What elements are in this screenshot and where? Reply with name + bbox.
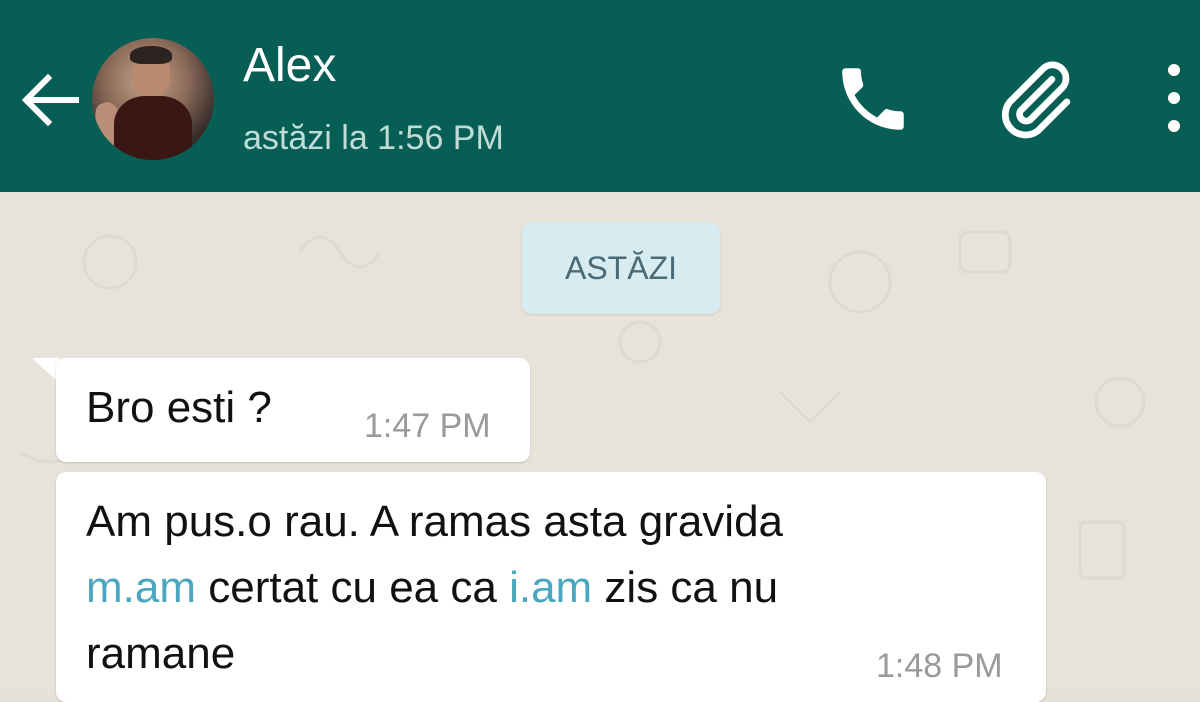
more-options-button[interactable] [1152,56,1196,142]
message-line-3: ramane [86,629,236,678]
phone-icon [842,68,904,130]
message-text-segment: certat cu ea ca [196,563,510,612]
avatar-hair [130,46,172,64]
call-button[interactable] [832,58,914,140]
last-seen-status: astăzi la 1:56 PM [243,119,504,157]
date-divider: ASTĂZI [522,222,720,314]
message-line-1: Am pus.o rau. A ramas asta gravida [86,497,784,546]
message-time: 1:48 PM [876,647,1003,685]
chat-header: Alex astăzi la 1:56 PM [0,0,1200,192]
attach-button[interactable] [990,55,1080,145]
paperclip-icon [1001,61,1071,139]
message-link[interactable]: i.am [509,563,592,612]
message-text-segment: zis ca nu [592,563,779,612]
message-time: 1:47 PM [364,407,491,445]
arrow-left-icon [21,73,79,127]
back-button[interactable] [18,70,82,130]
date-divider-label: ASTĂZI [564,250,677,286]
avatar-torso [114,96,192,160]
incoming-message[interactable]: Am pus.o rau. A ramas asta gravida m.am … [56,472,1046,702]
message-link[interactable]: m.am [86,563,196,612]
more-vert-icon [1168,64,1180,132]
contact-name[interactable]: Alex [243,36,336,96]
avatar[interactable] [92,38,214,160]
message-line-2: m.am certat cu ea ca i.am zis ca nu [86,556,778,620]
incoming-message[interactable]: Bro esti ? 1:47 PM [56,358,530,462]
message-text: Bro esti ? [86,383,272,432]
